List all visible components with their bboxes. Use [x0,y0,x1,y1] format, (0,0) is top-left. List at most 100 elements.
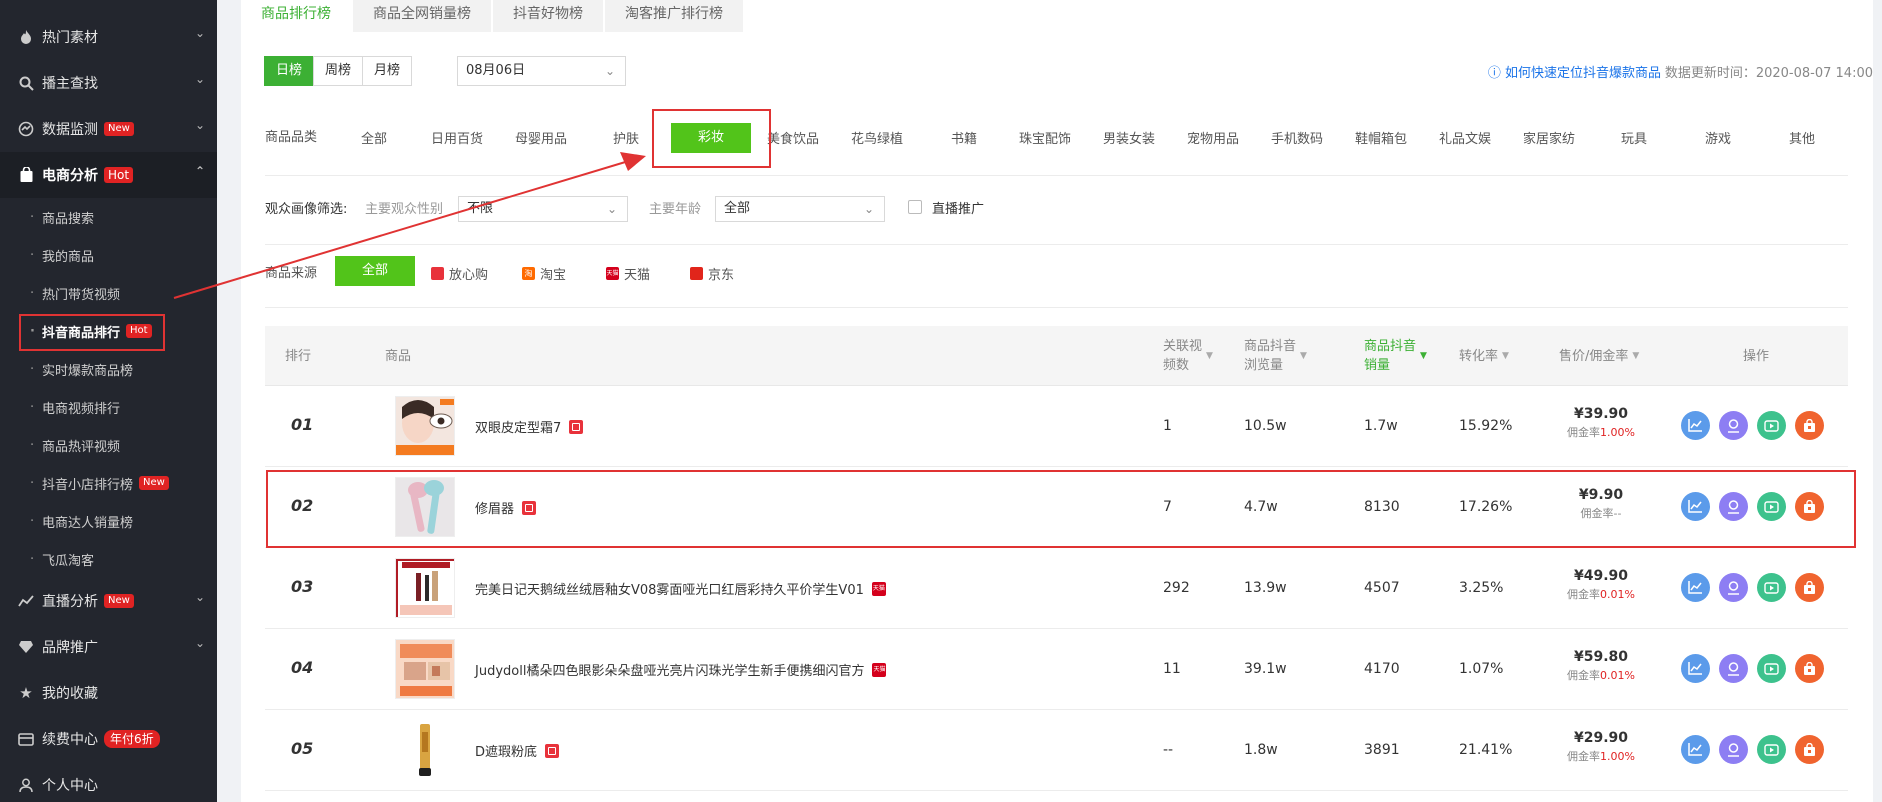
shopping-bag-icon[interactable] [1795,573,1824,602]
nav-data-monitor[interactable]: 数据监测 New ⌄ [0,106,217,152]
nav-ecommerce-analysis[interactable]: 电商分析 Hot ⌃ [0,152,217,198]
nav-live-analysis[interactable]: 直播分析 New ⌄ [0,578,217,624]
sidebar-item-shop-rank[interactable]: 抖音小店排行榜New [0,464,217,502]
table-row[interactable]: 04 Judydoll橘朵四色眼影朵朵盘哑光亮片闪珠光学生新手便携细闪官方 天猫 … [265,629,1848,710]
product-thumbnail[interactable] [395,558,455,618]
category-makeup[interactable]: 彩妆 [671,123,751,153]
col-sales[interactable]: 商品抖音 销量 ▼ [1364,326,1427,386]
source-all[interactable]: 全部 [335,256,415,286]
daily-button[interactable]: 日榜 [264,56,315,86]
sidebar-item-realtime-hot[interactable]: 实时爆款商品榜 [0,350,217,388]
category-skincare[interactable]: 护肤 [613,128,639,147]
monthly-button[interactable]: 月榜 [362,56,413,86]
table-row[interactable]: 05 D遮瑕粉底 -- 1.8w 3891 21.41% ¥29.90 佣金率1… [265,710,1848,791]
video-icon[interactable] [1757,735,1786,764]
table-row[interactable]: 03 完美日记天鹅绒丝绒唇釉女V08雾面哑光口红唇彩持久平价学生V01 天猫 29… [265,548,1848,629]
sidebar-item-influencer-sales[interactable]: 电商达人销量榜 [0,502,217,540]
sidebar-item-hot-videos[interactable]: 热门带货视频 [0,274,217,312]
category-all[interactable]: 全部 [361,128,387,147]
tab-good-items-rank[interactable]: 抖音好物榜 [493,0,605,32]
source-fangxingou[interactable]: 放心购 [431,264,488,283]
sidebar-item-product-search[interactable]: 商品搜索 [0,198,217,236]
product-name[interactable]: D遮瑕粉底 [475,741,560,760]
trend-chart-icon[interactable] [1681,654,1710,683]
trend-chart-icon[interactable] [1681,573,1710,602]
sidebar-item-douyin-product-rank[interactable]: 抖音商品排行Hot [0,312,217,350]
category-digital[interactable]: 手机数码 [1271,128,1323,147]
trend-chart-icon[interactable] [1681,411,1710,440]
category-other[interactable]: 其他 [1789,128,1815,147]
trend-chart-icon[interactable] [1681,735,1710,764]
product-name[interactable]: Judydoll橘朵四色眼影朵朵盘哑光亮片闪珠光学生新手便携细闪官方 天猫 [475,660,887,679]
category-home[interactable]: 家居家纺 [1523,128,1575,147]
category-clothing[interactable]: 男装女装 [1103,128,1155,147]
influencer-icon[interactable] [1719,654,1748,683]
col-conversion[interactable]: 转化率 ▼ [1459,326,1509,386]
fangxingou-icon [522,500,537,515]
nav-renewal-center[interactable]: 续费中心 年付6折 [0,716,217,762]
category-games[interactable]: 游戏 [1705,128,1731,147]
trend-chart-icon[interactable] [1681,492,1710,521]
shopping-bag-icon[interactable] [1795,654,1824,683]
live-promo-checkbox[interactable] [908,200,922,214]
gender-select[interactable]: 不限 ⌄ [458,196,628,222]
source-jd[interactable]: 京东 [690,264,734,283]
sidebar-item-feigua-taoke[interactable]: 飞瓜淘客 [0,540,217,578]
nav-hot-material[interactable]: 热门素材 ⌄ [0,14,217,60]
product-thumbnail[interactable] [395,477,455,537]
video-icon[interactable] [1757,411,1786,440]
category-gifts[interactable]: 礼品文娱 [1439,128,1491,147]
product-name[interactable]: 完美日记天鹅绒丝绒唇釉女V08雾面哑光口红唇彩持久平价学生V01 天猫 [475,579,886,598]
influencer-icon[interactable] [1719,411,1748,440]
influencer-icon[interactable] [1719,573,1748,602]
category-food[interactable]: 美食饮品 [767,128,819,147]
product-name[interactable]: 双眼皮定型霜7 [475,417,584,436]
video-icon[interactable] [1757,573,1786,602]
category-baby[interactable]: 母婴用品 [515,128,567,147]
category-jewelry[interactable]: 珠宝配饰 [1019,128,1071,147]
nav-streamer-search[interactable]: 播主查找 ⌄ [0,60,217,106]
video-icon[interactable] [1757,654,1786,683]
col-price[interactable]: 售价/佣金率 ▼ [1559,326,1639,386]
sidebar-item-ecom-video-rank[interactable]: 电商视频排行 [0,388,217,426]
nav-brand-promo[interactable]: 品牌推广 ⌄ [0,624,217,670]
conversion-rate: 21.41% [1459,742,1513,758]
age-select[interactable]: 全部 ⌄ [715,196,885,222]
weekly-button[interactable]: 周榜 [313,56,364,86]
tab-network-sales-rank[interactable]: 商品全网销量榜 [353,0,493,32]
category-books[interactable]: 书籍 [951,128,977,147]
table-row[interactable]: 02 修眉器 7 4.7w 8130 17.26% ¥9.90 佣金率-- [265,467,1848,548]
influencer-icon[interactable] [1719,492,1748,521]
shopping-bag-icon[interactable] [1795,411,1824,440]
table-row[interactable]: 01 双眼皮定型霜7 1 10.5w 1.7w 15.92% ¥39.90 佣金… [265,386,1848,467]
source-tmall[interactable]: 天猫 天猫 [606,264,650,283]
wallet-icon [16,729,36,749]
product-thumbnail[interactable] [395,720,455,780]
shopping-bag-icon[interactable] [1795,735,1824,764]
help-link[interactable]: ⓘ 如何快速定位抖音爆款商品 [1488,62,1661,81]
date-select[interactable]: 08月06日 ⌄ [457,56,626,86]
category-daily-goods[interactable]: 日用百货 [431,128,483,147]
row-actions [1681,735,1833,764]
influencer-icon[interactable] [1719,735,1748,764]
col-views[interactable]: 商品抖音 浏览量 ▼ [1244,326,1307,386]
source-taobao[interactable]: 淘淘宝 [522,264,566,283]
category-plants[interactable]: 花鸟绿植 [851,128,903,147]
col-videos[interactable]: 关联视 频数 ▼ [1163,326,1213,386]
shopping-bag-icon[interactable] [1795,492,1824,521]
category-bags[interactable]: 鞋帽箱包 [1355,128,1407,147]
sidebar-item-my-products[interactable]: 我的商品 [0,236,217,274]
video-icon[interactable] [1757,492,1786,521]
product-thumbnail[interactable] [395,396,455,456]
product-name[interactable]: 修眉器 [475,498,537,517]
category-toys[interactable]: 玩具 [1621,128,1647,147]
sidebar-item-hot-comment-video[interactable]: 商品热评视频 [0,426,217,464]
nav-favorites[interactable]: ★ 我的收藏 [0,670,217,716]
rank-number: 02 [291,496,314,515]
category-pets[interactable]: 宠物用品 [1187,128,1239,147]
chevron-down-icon: ⌄ [194,590,205,604]
nav-personal-center[interactable]: 个人中心 [0,762,217,802]
tab-product-rank[interactable]: 商品排行榜 [241,0,353,32]
product-thumbnail[interactable] [395,639,455,699]
tab-taoke-promo-rank[interactable]: 淘客推广排行榜 [605,0,745,32]
